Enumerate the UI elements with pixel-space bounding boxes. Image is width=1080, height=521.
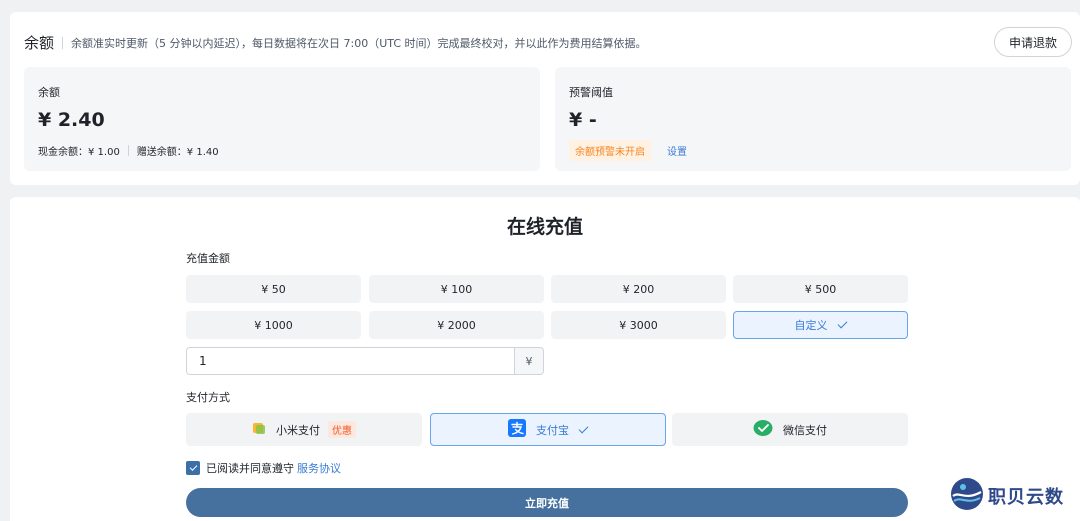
agreement-row: 已阅读并同意遵守 服务协议: [186, 460, 341, 476]
balance-header: 余额 余额准实时更新（5 分钟以内延迟），每日数据将在次日 7:00（UTC 时…: [24, 32, 647, 53]
gift-balance: 赠送余额：¥ 1.40: [136, 147, 219, 158]
payment-option-alipay[interactable]: 支付宝: [430, 413, 666, 446]
breakdown-divider: [127, 145, 129, 156]
refund-button[interactable]: 申请退款: [994, 27, 1072, 57]
amount-option-label: ¥ 1000: [254, 318, 293, 332]
watermark-logo-icon: [950, 477, 984, 515]
balance-card: 余额 余额准实时更新（5 分钟以内延迟），每日数据将在次日 7:00（UTC 时…: [10, 12, 1080, 185]
recharge-card: 在线充值 充值金额 ¥ 50 ¥ 100 ¥ 200 ¥ 500 ¥ 1000 …: [10, 197, 1080, 521]
custom-amount-input[interactable]: [187, 348, 514, 374]
amount-label: 充值金额: [186, 252, 230, 265]
threshold-value: ¥ -: [569, 109, 597, 131]
cash-balance: 现金余额：¥ 1.00: [38, 147, 120, 158]
amount-option-label: ¥ 500: [804, 282, 837, 296]
watermark-text: 职贝云数: [988, 487, 1064, 508]
amount-option-label: ¥ 2000: [437, 318, 476, 332]
balance-description: 余额准实时更新（5 分钟以内延迟），每日数据将在次日 7:00（UTC 时间）完…: [71, 36, 647, 50]
threshold-panel: 预警阈值 ¥ - 余额预警未开启 设置: [555, 67, 1071, 171]
amount-option-50[interactable]: ¥ 50: [186, 275, 361, 303]
amount-option-1000[interactable]: ¥ 1000: [186, 311, 361, 339]
alipay-icon: [508, 419, 526, 440]
amount-option-label: ¥ 200: [622, 282, 655, 296]
check-icon: [578, 423, 589, 433]
amount-option-3000[interactable]: ¥ 3000: [551, 311, 726, 339]
threshold-status-badge: 余额预警未开启: [569, 140, 651, 161]
header-divider: [62, 36, 64, 49]
payment-option-label: 支付宝: [536, 423, 569, 437]
threshold-settings-link[interactable]: 设置: [667, 143, 687, 158]
amount-option-custom[interactable]: 自定义: [733, 311, 908, 339]
payment-label: 支付方式: [186, 391, 230, 404]
amount-option-label: ¥ 50: [261, 282, 286, 296]
currency-suffix: ¥: [514, 348, 543, 374]
xiaomi-pay-icon: [252, 421, 266, 438]
promo-badge: 优惠: [328, 421, 356, 438]
threshold-label: 预警阈值: [569, 86, 613, 99]
amount-option-200[interactable]: ¥ 200: [551, 275, 726, 303]
payment-option-wechat[interactable]: 微信支付: [672, 413, 908, 446]
payment-option-xiaomi[interactable]: 小米支付 优惠: [186, 413, 422, 446]
amount-option-label: ¥ 100: [440, 282, 473, 296]
watermark: 职贝云数: [950, 477, 1064, 515]
recharge-title: 在线充值: [506, 216, 583, 238]
wechat-pay-icon: [753, 419, 773, 440]
agreement-checkbox[interactable]: [186, 461, 200, 475]
agreement-text: 已阅读并同意遵守: [206, 462, 294, 475]
balance-panel: 余额 ¥ 2.40 现金余额：¥ 1.00 赠送余额：¥ 1.40: [24, 67, 540, 171]
recharge-submit-button[interactable]: 立即充值: [186, 488, 908, 517]
service-agreement-link[interactable]: 服务协议: [297, 460, 341, 476]
amount-option-2000[interactable]: ¥ 2000: [369, 311, 544, 339]
balance-breakdown: 现金余额：¥ 1.00 赠送余额：¥ 1.40: [38, 143, 219, 158]
amount-option-500[interactable]: ¥ 500: [733, 275, 908, 303]
check-icon: [837, 318, 847, 329]
amount-option-label: 自定义: [794, 319, 828, 332]
amount-option-100[interactable]: ¥ 100: [369, 275, 544, 303]
custom-amount-field: ¥: [186, 347, 544, 375]
payment-option-label: 小米支付: [276, 423, 320, 437]
amount-option-label: ¥ 3000: [619, 318, 658, 332]
balance-label: 余额: [38, 86, 60, 99]
payment-option-label: 微信支付: [783, 423, 827, 437]
balance-value: ¥ 2.40: [38, 109, 105, 131]
page-title: 余额: [24, 34, 55, 52]
check-icon: [189, 463, 197, 471]
